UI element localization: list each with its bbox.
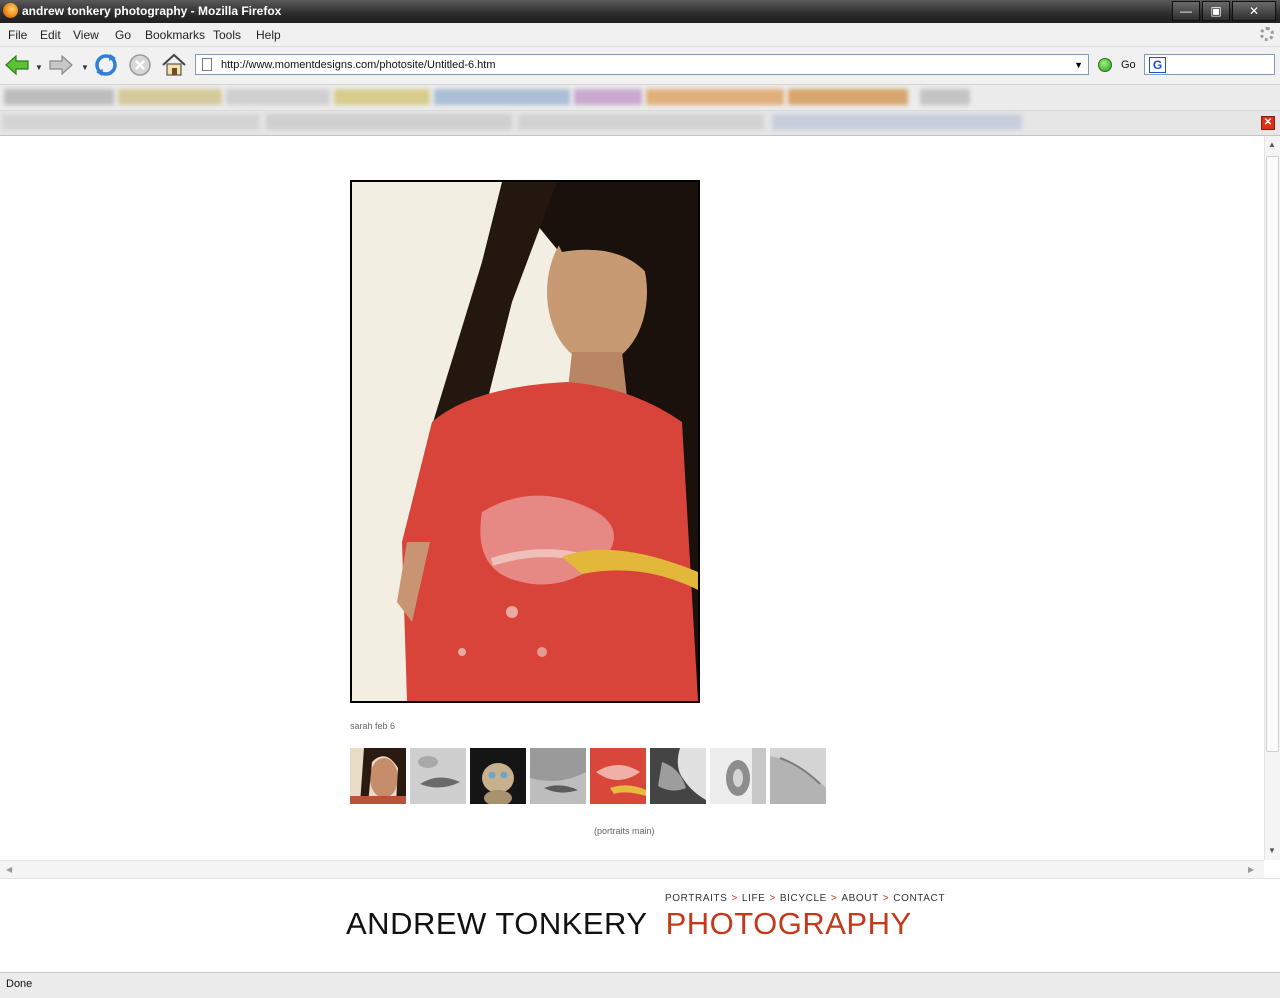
thumbnail-image	[710, 748, 766, 804]
url-text[interactable]: http://www.momentdesigns.com/photosite/U…	[221, 59, 496, 71]
scroll-right-icon[interactable]: ▶	[1248, 865, 1254, 874]
thumbnail-image	[650, 748, 706, 804]
brand-accent: PHOTOGRAPHY	[665, 906, 912, 941]
nav-bicycle[interactable]: BICYCLE	[780, 893, 827, 904]
scroll-down-icon[interactable]: ▼	[1268, 846, 1276, 855]
brand-name: ANDREW TONKERY	[346, 906, 648, 941]
tab[interactable]	[2, 114, 260, 130]
page-content: sarah feb 6 (portraits main)	[0, 136, 1264, 860]
stop-icon	[129, 54, 151, 76]
thumbnail-strip	[350, 748, 826, 804]
search-input[interactable]: G	[1144, 54, 1275, 75]
menu-tools[interactable]: Tools	[213, 28, 241, 42]
thumbnail-image	[590, 748, 646, 804]
tab[interactable]	[518, 114, 764, 130]
status-text: Done	[6, 978, 33, 990]
thumbnail-image	[770, 748, 826, 804]
menu-edit[interactable]: Edit	[40, 28, 61, 42]
window-title: andrew tonkery photography - Mozilla Fir…	[22, 4, 282, 18]
window-titlebar: andrew tonkery photography - Mozilla Fir…	[0, 0, 1280, 23]
photo-image	[352, 182, 698, 701]
tab-bar: ✕	[0, 111, 1280, 136]
thumbnail-image	[350, 748, 406, 804]
site-logo: ANDREW TONKERY PHOTOGRAPHY	[346, 906, 912, 942]
menu-file[interactable]: File	[8, 28, 27, 42]
nav-separator: >	[830, 893, 838, 904]
thumbnail-face-bw[interactable]	[530, 748, 586, 804]
url-dropdown-icon[interactable]: ▼	[1074, 60, 1083, 70]
forward-dropdown-icon[interactable]: ▼	[81, 63, 89, 72]
thumbnail-image	[530, 748, 586, 804]
nav-about[interactable]: ABOUT	[841, 893, 878, 904]
home-button[interactable]	[160, 51, 188, 79]
thumbnail-ear-bw[interactable]	[710, 748, 766, 804]
thumbnail-neck-bw[interactable]	[770, 748, 826, 804]
nav-portraits[interactable]: PORTRAITS	[665, 893, 727, 904]
back-arrow-icon	[5, 54, 29, 76]
home-icon	[162, 53, 186, 76]
bookmark-item[interactable]	[920, 89, 970, 105]
nav-contact[interactable]: CONTACT	[893, 893, 945, 904]
menu-bookmarks[interactable]: Bookmarks	[145, 28, 205, 42]
nav-separator: >	[882, 893, 890, 904]
thumbnail-portrait-woman[interactable]	[350, 748, 406, 804]
minimize-button[interactable]: —	[1172, 1, 1200, 21]
bookmark-item[interactable]	[118, 89, 222, 105]
forward-arrow-icon	[49, 54, 73, 76]
bookmarks-toolbar	[0, 85, 1280, 111]
thumbnail-plush-toy[interactable]	[470, 748, 526, 804]
window-controls: — ▣ ✕	[1172, 1, 1276, 21]
site-footer: PORTRAITS > LIFE > BICYCLE > ABOUT > CONTACT AND…	[0, 878, 1280, 973]
restore-button[interactable]: ▣	[1202, 1, 1230, 21]
menu-bar: File Edit View Go Bookmarks Tools Help	[0, 23, 1280, 47]
main-photo	[350, 180, 700, 703]
thumbnail-image	[410, 748, 466, 804]
nav-life[interactable]: LIFE	[742, 893, 766, 904]
menu-go[interactable]: Go	[115, 28, 131, 42]
close-window-button[interactable]: ✕	[1232, 1, 1276, 21]
nav-separator: >	[731, 893, 738, 904]
scroll-left-icon[interactable]: ◀	[6, 865, 12, 874]
url-bar[interactable]: http://www.momentdesigns.com/photosite/U…	[195, 54, 1089, 75]
scroll-up-icon[interactable]: ▲	[1268, 140, 1276, 149]
forward-button[interactable]	[47, 51, 75, 79]
bookmark-item[interactable]	[334, 89, 430, 105]
bookmark-item[interactable]	[226, 89, 330, 105]
bookmark-item[interactable]	[646, 89, 784, 105]
bookmark-item[interactable]	[4, 89, 114, 105]
photo-caption: sarah feb 6	[350, 721, 396, 731]
throbber-icon	[1260, 27, 1274, 41]
thumbnail-lips-red[interactable]	[590, 748, 646, 804]
back-button[interactable]	[3, 51, 31, 79]
bookmark-item[interactable]	[434, 89, 570, 105]
nav-separator: >	[769, 893, 776, 904]
back-dropdown-icon[interactable]: ▼	[35, 63, 43, 72]
horizontal-scrollbar[interactable]: ◀ ▶	[0, 860, 1264, 878]
bookmark-item[interactable]	[788, 89, 908, 105]
google-search-icon[interactable]: G	[1149, 57, 1166, 73]
firefox-logo-icon	[3, 3, 18, 18]
vertical-scrollbar[interactable]: ▲ ▼	[1264, 136, 1280, 860]
tab-active[interactable]	[772, 114, 1022, 130]
portraits-main-link[interactable]: (portraits main)	[594, 826, 655, 836]
close-tab-button[interactable]: ✕	[1261, 116, 1275, 130]
tab[interactable]	[266, 114, 512, 130]
thumbnail-profile-bw[interactable]	[650, 748, 706, 804]
thumbnail-lips-bw[interactable]	[410, 748, 466, 804]
page-icon	[202, 58, 212, 71]
site-nav: PORTRAITS > LIFE > BICYCLE > ABOUT > CONTACT	[665, 893, 945, 904]
go-button[interactable]: Go	[1121, 59, 1136, 71]
navigation-toolbar: ▼ ▼ http://www.momentdesigns.com/photosi…	[0, 47, 1280, 85]
scrollbar-thumb[interactable]	[1266, 156, 1279, 752]
status-bar: Done	[0, 972, 1280, 998]
reload-icon	[95, 54, 117, 76]
reload-button[interactable]	[92, 51, 120, 79]
thumbnail-image	[470, 748, 526, 804]
stop-button[interactable]	[126, 51, 154, 79]
bookmark-item[interactable]	[574, 89, 642, 105]
menu-help[interactable]: Help	[256, 28, 281, 42]
go-arrow-icon[interactable]	[1098, 58, 1112, 72]
menu-view[interactable]: View	[73, 28, 99, 42]
